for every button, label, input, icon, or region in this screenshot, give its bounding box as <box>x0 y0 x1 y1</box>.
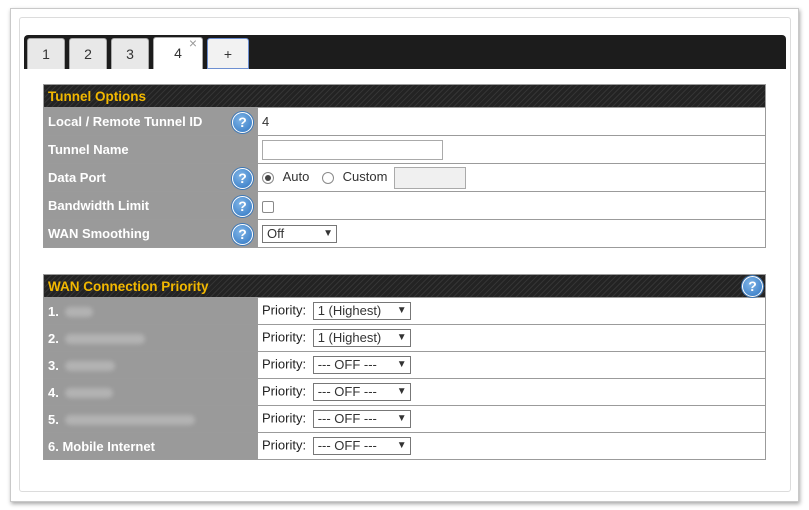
tunnel-panel: 1 2 3 4 × + Tunnel Options Local / Remot… <box>19 17 791 492</box>
custom-radio-label: Custom <box>342 168 388 184</box>
wan-priority-cell: Priority: 1 (Highest) ▼ <box>257 324 766 352</box>
wan-row-label: 3. <box>43 351 258 379</box>
custom-port-input[interactable] <box>394 166 467 189</box>
priority-label: Priority: <box>262 383 307 399</box>
dropdown-arrow-icon: ▼ <box>396 305 407 316</box>
window-frame: 1 2 3 4 × + Tunnel Options Local / Remot… <box>10 8 799 502</box>
wan-name: 4. <box>48 384 59 400</box>
wan-name: 6. Mobile Internet <box>48 438 155 454</box>
wan-priority-header-cell: WAN Connection Priority ? <box>43 274 766 298</box>
bandwidth-limit-cell <box>257 191 766 220</box>
priority-value: --- OFF --- <box>317 411 377 426</box>
wan-priority-cell: Priority: 1 (Highest) ▼ <box>257 297 766 325</box>
wan-priority-table: WAN Connection Priority ? 1. Priority: 1… <box>43 274 766 460</box>
priority-label: Priority: <box>262 302 307 318</box>
tab-1[interactable]: 1 <box>27 38 65 69</box>
dropdown-arrow-icon: ▼ <box>396 386 407 397</box>
wan-smoothing-label-text: WAN Smoothing <box>48 226 150 241</box>
redacted-name <box>64 307 93 318</box>
wan-row-label: 2. <box>43 324 258 352</box>
priority-select[interactable]: --- OFF --- ▼ <box>312 356 411 374</box>
wan-row-label: 4. <box>43 378 258 406</box>
wan-smoothing-cell: Off ▼ <box>257 219 766 248</box>
dropdown-arrow-icon: ▼ <box>323 227 333 239</box>
help-icon[interactable]: ? <box>742 276 763 297</box>
priority-value: --- OFF --- <box>317 438 377 453</box>
help-icon[interactable]: ? <box>232 112 253 133</box>
wan-priority-cell: Priority: --- OFF --- ▼ <box>257 405 766 433</box>
data-port-label: Data Port ? <box>43 163 258 192</box>
dropdown-arrow-icon: ▼ <box>396 413 407 424</box>
wan-priority-cell: Priority: --- OFF --- ▼ <box>257 432 766 460</box>
priority-value: --- OFF --- <box>317 357 377 372</box>
priority-label: Priority: <box>262 437 307 453</box>
priority-select[interactable]: --- OFF --- ▼ <box>312 383 411 401</box>
tab-4[interactable]: 4 × <box>153 35 203 69</box>
wan-name: 2. <box>48 330 59 346</box>
tunnel-name-label: Tunnel Name <box>43 135 258 164</box>
help-icon[interactable]: ? <box>232 168 253 189</box>
wan-priority-cell: Priority: --- OFF --- ▼ <box>257 351 766 379</box>
bandwidth-limit-checkbox[interactable] <box>262 200 274 213</box>
wan-smoothing-value: Off <box>267 225 285 241</box>
tunnel-id-label: Local / Remote Tunnel ID ? <box>43 107 258 136</box>
tunnel-id-value: 4 <box>257 107 766 136</box>
bandwidth-limit-label: Bandwidth Limit ? <box>43 191 258 220</box>
dropdown-arrow-icon: ▼ <box>396 332 407 343</box>
wan-name: 1. <box>48 303 59 319</box>
wan-priority-header: WAN Connection Priority <box>48 278 209 294</box>
tunnel-name-label-text: Tunnel Name <box>48 142 129 157</box>
tunnel-options-header: Tunnel Options <box>43 84 766 108</box>
help-icon[interactable]: ? <box>232 224 253 245</box>
dropdown-arrow-icon: ▼ <box>396 440 407 451</box>
tunnel-name-input[interactable] <box>262 139 443 160</box>
data-port-cell: Auto Custom <box>257 163 766 192</box>
redacted-name <box>64 334 145 345</box>
priority-select[interactable]: --- OFF --- ▼ <box>312 437 411 455</box>
wan-row-label: 6. Mobile Internet <box>43 432 258 460</box>
wan-name: 5. <box>48 411 59 427</box>
auto-radio[interactable] <box>262 171 274 184</box>
dropdown-arrow-icon: ▼ <box>396 359 407 370</box>
priority-select[interactable]: 1 (Highest) ▼ <box>312 329 411 347</box>
tab-3[interactable]: 3 <box>111 38 149 69</box>
wan-smoothing-label: WAN Smoothing ? <box>43 219 258 248</box>
priority-label: Priority: <box>262 356 307 372</box>
tunnel-options-table: Tunnel Options Local / Remote Tunnel ID … <box>43 84 766 248</box>
tunnel-id-label-text: Local / Remote Tunnel ID <box>48 114 203 129</box>
auto-radio-label: Auto <box>282 168 310 184</box>
priority-select[interactable]: 1 (Highest) ▼ <box>312 302 411 320</box>
wan-row-label: 5. <box>43 405 258 433</box>
wan-row-label: 1. <box>43 297 258 325</box>
tab-4-label: 4 <box>174 45 182 61</box>
redacted-name <box>64 388 113 399</box>
priority-value: 1 (Highest) <box>317 330 382 345</box>
priority-select[interactable]: --- OFF --- ▼ <box>312 410 411 428</box>
wan-priority-cell: Priority: --- OFF --- ▼ <box>257 378 766 406</box>
custom-radio[interactable] <box>322 171 334 184</box>
redacted-name <box>64 415 195 426</box>
add-tab-button[interactable]: + <box>207 38 249 69</box>
close-icon[interactable]: × <box>189 28 197 58</box>
priority-label: Priority: <box>262 410 307 426</box>
bandwidth-limit-label-text: Bandwidth Limit <box>48 198 150 213</box>
priority-label: Priority: <box>262 329 307 345</box>
redacted-name <box>64 361 115 372</box>
tab-2[interactable]: 2 <box>69 38 107 69</box>
tab-bar: 1 2 3 4 × + <box>24 35 786 69</box>
wan-smoothing-select[interactable]: Off ▼ <box>262 224 337 243</box>
tunnel-name-cell <box>257 135 766 164</box>
priority-value: 1 (Highest) <box>317 303 382 318</box>
data-port-label-text: Data Port <box>48 170 106 185</box>
wan-name: 3. <box>48 357 59 373</box>
priority-value: --- OFF --- <box>317 384 377 399</box>
help-icon[interactable]: ? <box>232 196 253 217</box>
